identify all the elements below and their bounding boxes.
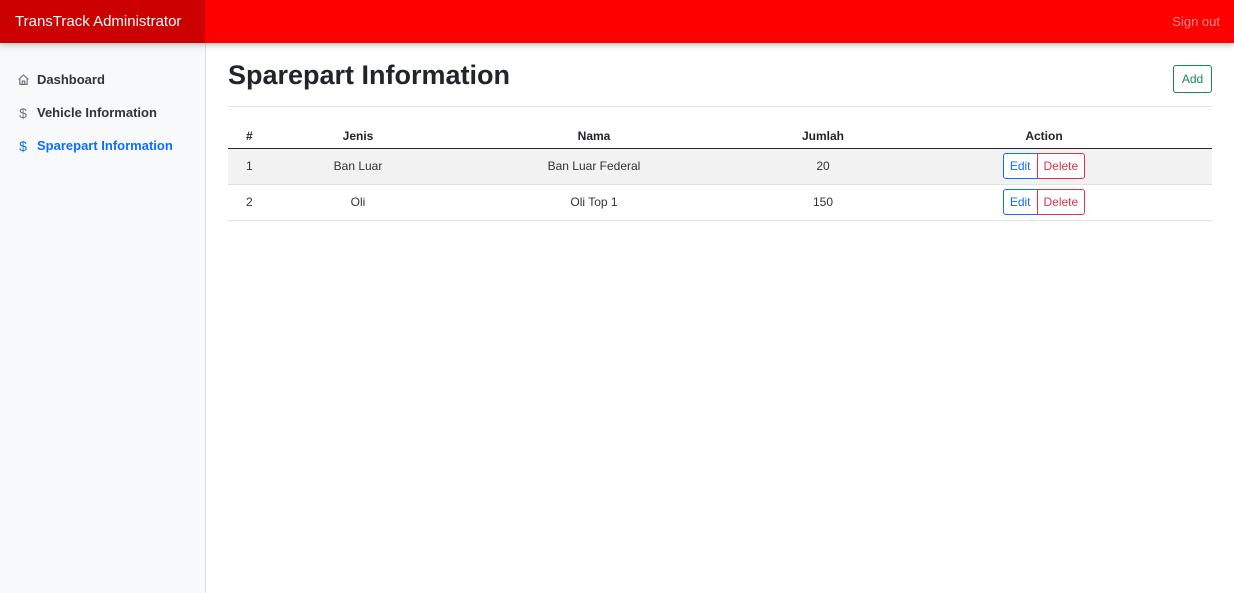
sidebar-item-dashboard[interactable]: Dashboard — [0, 63, 205, 96]
row-jumlah: 150 — [770, 184, 876, 221]
top-navbar: TransTrack Administrator Sign out — [0, 0, 1234, 43]
main-content: Sparepart Information Add # Jenis Nama J… — [228, 43, 1212, 221]
sidebar-item-sparepart-information[interactable]: $ Sparepart Information — [0, 129, 205, 162]
edit-button[interactable]: Edit — [1002, 153, 1038, 179]
home-icon — [16, 73, 30, 87]
row-jenis: Ban Luar — [298, 148, 418, 185]
row-jenis: Oli — [298, 184, 418, 221]
add-button[interactable]: Add — [1173, 65, 1212, 93]
table-header-row: # Jenis Nama Jumlah Action — [228, 124, 1212, 149]
delete-button[interactable]: Delete — [1036, 153, 1086, 179]
table-row: 1 Ban Luar Ban Luar Federal 20 Edit Dele… — [228, 148, 1212, 185]
column-header-action: Action — [876, 124, 1212, 149]
row-actions: Edit Delete — [876, 184, 1212, 221]
column-header-jenis: Jenis — [298, 124, 418, 149]
action-button-group: Edit Delete — [1002, 189, 1086, 215]
sparepart-table: # Jenis Nama Jumlah Action 1 Ban Luar Ba… — [228, 124, 1212, 221]
dollar-icon: $ — [19, 104, 27, 121]
row-actions: Edit Delete — [876, 148, 1212, 185]
brand-title[interactable]: TransTrack Administrator — [0, 0, 205, 43]
dollar-icon: $ — [19, 137, 27, 154]
delete-button[interactable]: Delete — [1036, 189, 1086, 215]
sidebar-item-vehicle-information[interactable]: $ Vehicle Information — [0, 96, 205, 129]
sidebar-item-label: Sparepart Information — [37, 138, 173, 153]
column-header-number: # — [228, 124, 298, 149]
page-title: Sparepart Information — [228, 60, 511, 90]
sidebar-item-label: Dashboard — [37, 72, 105, 87]
column-header-nama: Nama — [418, 124, 770, 149]
edit-button[interactable]: Edit — [1002, 189, 1038, 215]
table-row: 2 Oli Oli Top 1 150 Edit Delete — [228, 184, 1212, 221]
row-jumlah: 20 — [770, 148, 876, 185]
row-nama: Oli Top 1 — [418, 184, 770, 221]
row-nama: Ban Luar Federal — [418, 148, 770, 185]
row-number: 1 — [228, 148, 298, 185]
column-header-jumlah: Jumlah — [770, 124, 876, 149]
page-header: Sparepart Information Add — [228, 43, 1212, 107]
row-number: 2 — [228, 184, 298, 221]
sidebar-item-label: Vehicle Information — [37, 105, 157, 120]
sign-out-link[interactable]: Sign out — [1172, 0, 1220, 43]
sidebar: Dashboard $ Vehicle Information $ Sparep… — [0, 43, 206, 593]
action-button-group: Edit Delete — [1002, 153, 1086, 179]
